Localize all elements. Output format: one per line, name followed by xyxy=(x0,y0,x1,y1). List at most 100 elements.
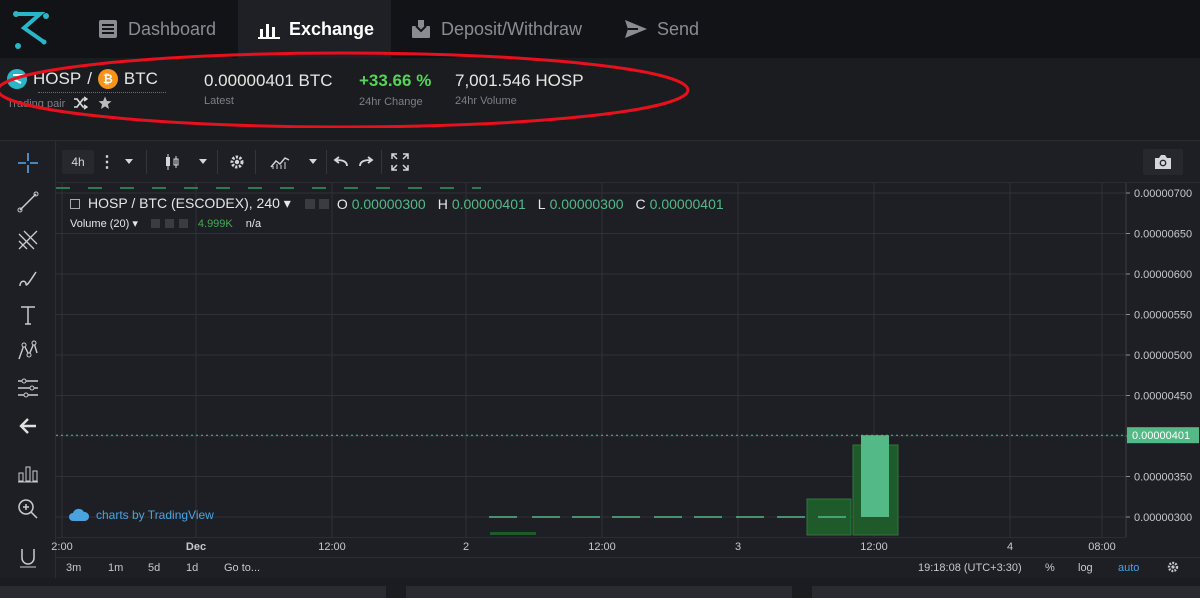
page-footer xyxy=(0,578,1200,598)
camera-icon[interactable] xyxy=(1143,149,1183,175)
footer-panel xyxy=(812,586,1200,598)
redo-icon[interactable] xyxy=(355,150,377,174)
separator xyxy=(381,150,382,174)
volume-remove-icon[interactable] xyxy=(178,219,188,228)
x-tick-label: Dec xyxy=(185,541,207,553)
range-5d[interactable]: 5d xyxy=(148,562,160,574)
separator xyxy=(217,150,218,174)
app-logo-icon[interactable] xyxy=(10,8,54,52)
red-ellipse-annotation xyxy=(0,51,690,128)
volume-more-icon[interactable] xyxy=(164,219,174,228)
chart-topbar: 4h ⋮ xyxy=(56,141,1200,183)
legend-settings-icon[interactable] xyxy=(304,198,315,209)
collapse-legend-icon[interactable] xyxy=(70,198,80,209)
volume-legend: Volume (20) ▾ 4.999K n/a xyxy=(70,217,262,231)
watermark-text: charts by TradingView xyxy=(96,508,214,522)
separator xyxy=(255,150,256,174)
percent-toggle[interactable]: % xyxy=(1045,562,1055,574)
price-chart[interactable]: 0.00000700 0.00000650 0.00000600 0.00000550… xyxy=(56,183,1200,537)
undo-icon[interactable] xyxy=(330,150,352,174)
y-tick-label: 0.00000300 xyxy=(1134,512,1192,524)
settings-gear-icon[interactable] xyxy=(224,150,250,174)
clock-time[interactable]: 19:18:08 (UTC+3:30) xyxy=(918,562,1022,574)
volume-settings-icon[interactable] xyxy=(150,219,160,228)
chart-grid xyxy=(56,183,1126,537)
separator xyxy=(326,150,327,174)
trend-line-icon[interactable] xyxy=(14,188,42,216)
x-tick-label: 2 xyxy=(462,541,470,553)
y-tick-label: 0.00000600 xyxy=(1134,269,1192,281)
magnet-icon[interactable] xyxy=(14,543,42,571)
price-axis: 0.00000700 0.00000650 0.00000600 0.00000550… xyxy=(1125,183,1199,537)
footer-panel xyxy=(406,586,792,598)
candles xyxy=(56,187,1126,518)
range-1m[interactable]: 1m xyxy=(108,562,123,574)
range-3m[interactable]: 3m xyxy=(66,562,81,574)
indicators-icon[interactable] xyxy=(266,150,294,174)
low-value: 0.00000300 xyxy=(549,195,624,212)
volume-value: 4.999K xyxy=(197,217,233,230)
log-toggle[interactable]: log xyxy=(1078,562,1093,574)
nav-deposit-label: Deposit/Withdraw xyxy=(441,18,583,39)
y-tick-label: 0.00000650 xyxy=(1134,229,1192,241)
more-intervals-button[interactable]: ⋮ xyxy=(98,150,116,174)
back-arrow-icon[interactable] xyxy=(14,412,42,440)
text-tool-icon[interactable] xyxy=(14,301,42,329)
chart-bottombar: 3m 1m 5d 1d Go to... 19:18:08 (UTC+3:30)… xyxy=(56,557,1200,579)
candle-big xyxy=(861,435,889,517)
chart-panel: 4h ⋮ 0.00000700 0.00000650 0.00000600 0.000… xyxy=(0,140,1200,579)
interval-dropdown-icon[interactable] xyxy=(120,150,138,174)
time-axis[interactable]: 2:00 Dec 12:00 2 12:00 3 12:00 4 08:00 xyxy=(51,537,1126,557)
close-label: C xyxy=(635,195,646,212)
close-value: 0.00000401 xyxy=(649,195,724,212)
last-price-label: 0.00000401 xyxy=(1132,430,1190,442)
x-tick-label: 12:00 xyxy=(588,541,616,553)
candles-icon[interactable] xyxy=(158,150,186,174)
chart-symbol[interactable]: HOSP / BTC (ESCODEX), 240 ▾ xyxy=(88,195,291,212)
indicators-dropdown-icon[interactable] xyxy=(304,150,322,174)
volume-indicator-label[interactable]: Volume (20) ▾ xyxy=(70,217,138,230)
chart-settings-icon[interactable] xyxy=(1166,560,1180,577)
dashboard-icon xyxy=(99,20,117,38)
open-label: O xyxy=(336,195,348,212)
open-value: 0.00000300 xyxy=(351,195,426,212)
legend-more-icon[interactable] xyxy=(318,198,329,209)
interval-button[interactable]: 4h xyxy=(62,150,94,174)
y-tick-label: 0.00000500 xyxy=(1134,350,1192,362)
auto-toggle[interactable]: auto xyxy=(1118,562,1139,574)
x-tick-label: 4 xyxy=(1006,541,1014,553)
app-root: Dashboard Exchange Deposit/Withdraw Send… xyxy=(0,0,1200,598)
measure-icon[interactable] xyxy=(14,459,42,487)
x-tick-label: 08:00 xyxy=(1088,541,1116,553)
x-tick-label: 2:00 xyxy=(51,541,73,553)
nav-dashboard-label: Dashboard xyxy=(128,18,217,39)
x-tick-label: 12:00 xyxy=(318,541,346,553)
high-label: H xyxy=(437,195,448,212)
range-1d[interactable]: 1d xyxy=(186,562,198,574)
tradingview-watermark[interactable]: charts by TradingView xyxy=(68,508,214,522)
paper-plane-icon xyxy=(625,20,647,38)
goto-button[interactable]: Go to... xyxy=(224,562,260,574)
pattern-icon[interactable] xyxy=(14,337,42,365)
pitchfork-icon[interactable] xyxy=(14,226,42,254)
pair-info-bar: HOSP / ₿ BTC Trading pair 0.00000401 BTC… xyxy=(0,51,1200,128)
volume-bars xyxy=(490,444,899,536)
y-tick-label: 0.00000450 xyxy=(1134,391,1192,403)
fullscreen-icon[interactable] xyxy=(387,150,413,174)
drawing-toolbar xyxy=(0,141,56,579)
x-tick-label: 3 xyxy=(734,541,742,553)
nav-exchange-label: Exchange xyxy=(289,18,375,39)
footer-panel xyxy=(0,586,386,598)
zoom-icon[interactable] xyxy=(14,495,42,523)
x-tick-label: 12:00 xyxy=(860,541,888,553)
y-tick-label: 0.00000350 xyxy=(1134,472,1192,484)
brush-icon[interactable] xyxy=(14,264,42,292)
volume-bar xyxy=(490,532,536,535)
high-value: 0.00000401 xyxy=(451,195,526,212)
tradingview-cloud-icon xyxy=(69,508,90,521)
fib-retracement-icon[interactable] xyxy=(14,374,42,402)
y-tick-label: 0.00000550 xyxy=(1134,310,1192,322)
chart-type-dropdown-icon[interactable] xyxy=(194,150,212,174)
crosshair-icon[interactable] xyxy=(14,149,42,177)
volume-na: n/a xyxy=(245,217,262,230)
